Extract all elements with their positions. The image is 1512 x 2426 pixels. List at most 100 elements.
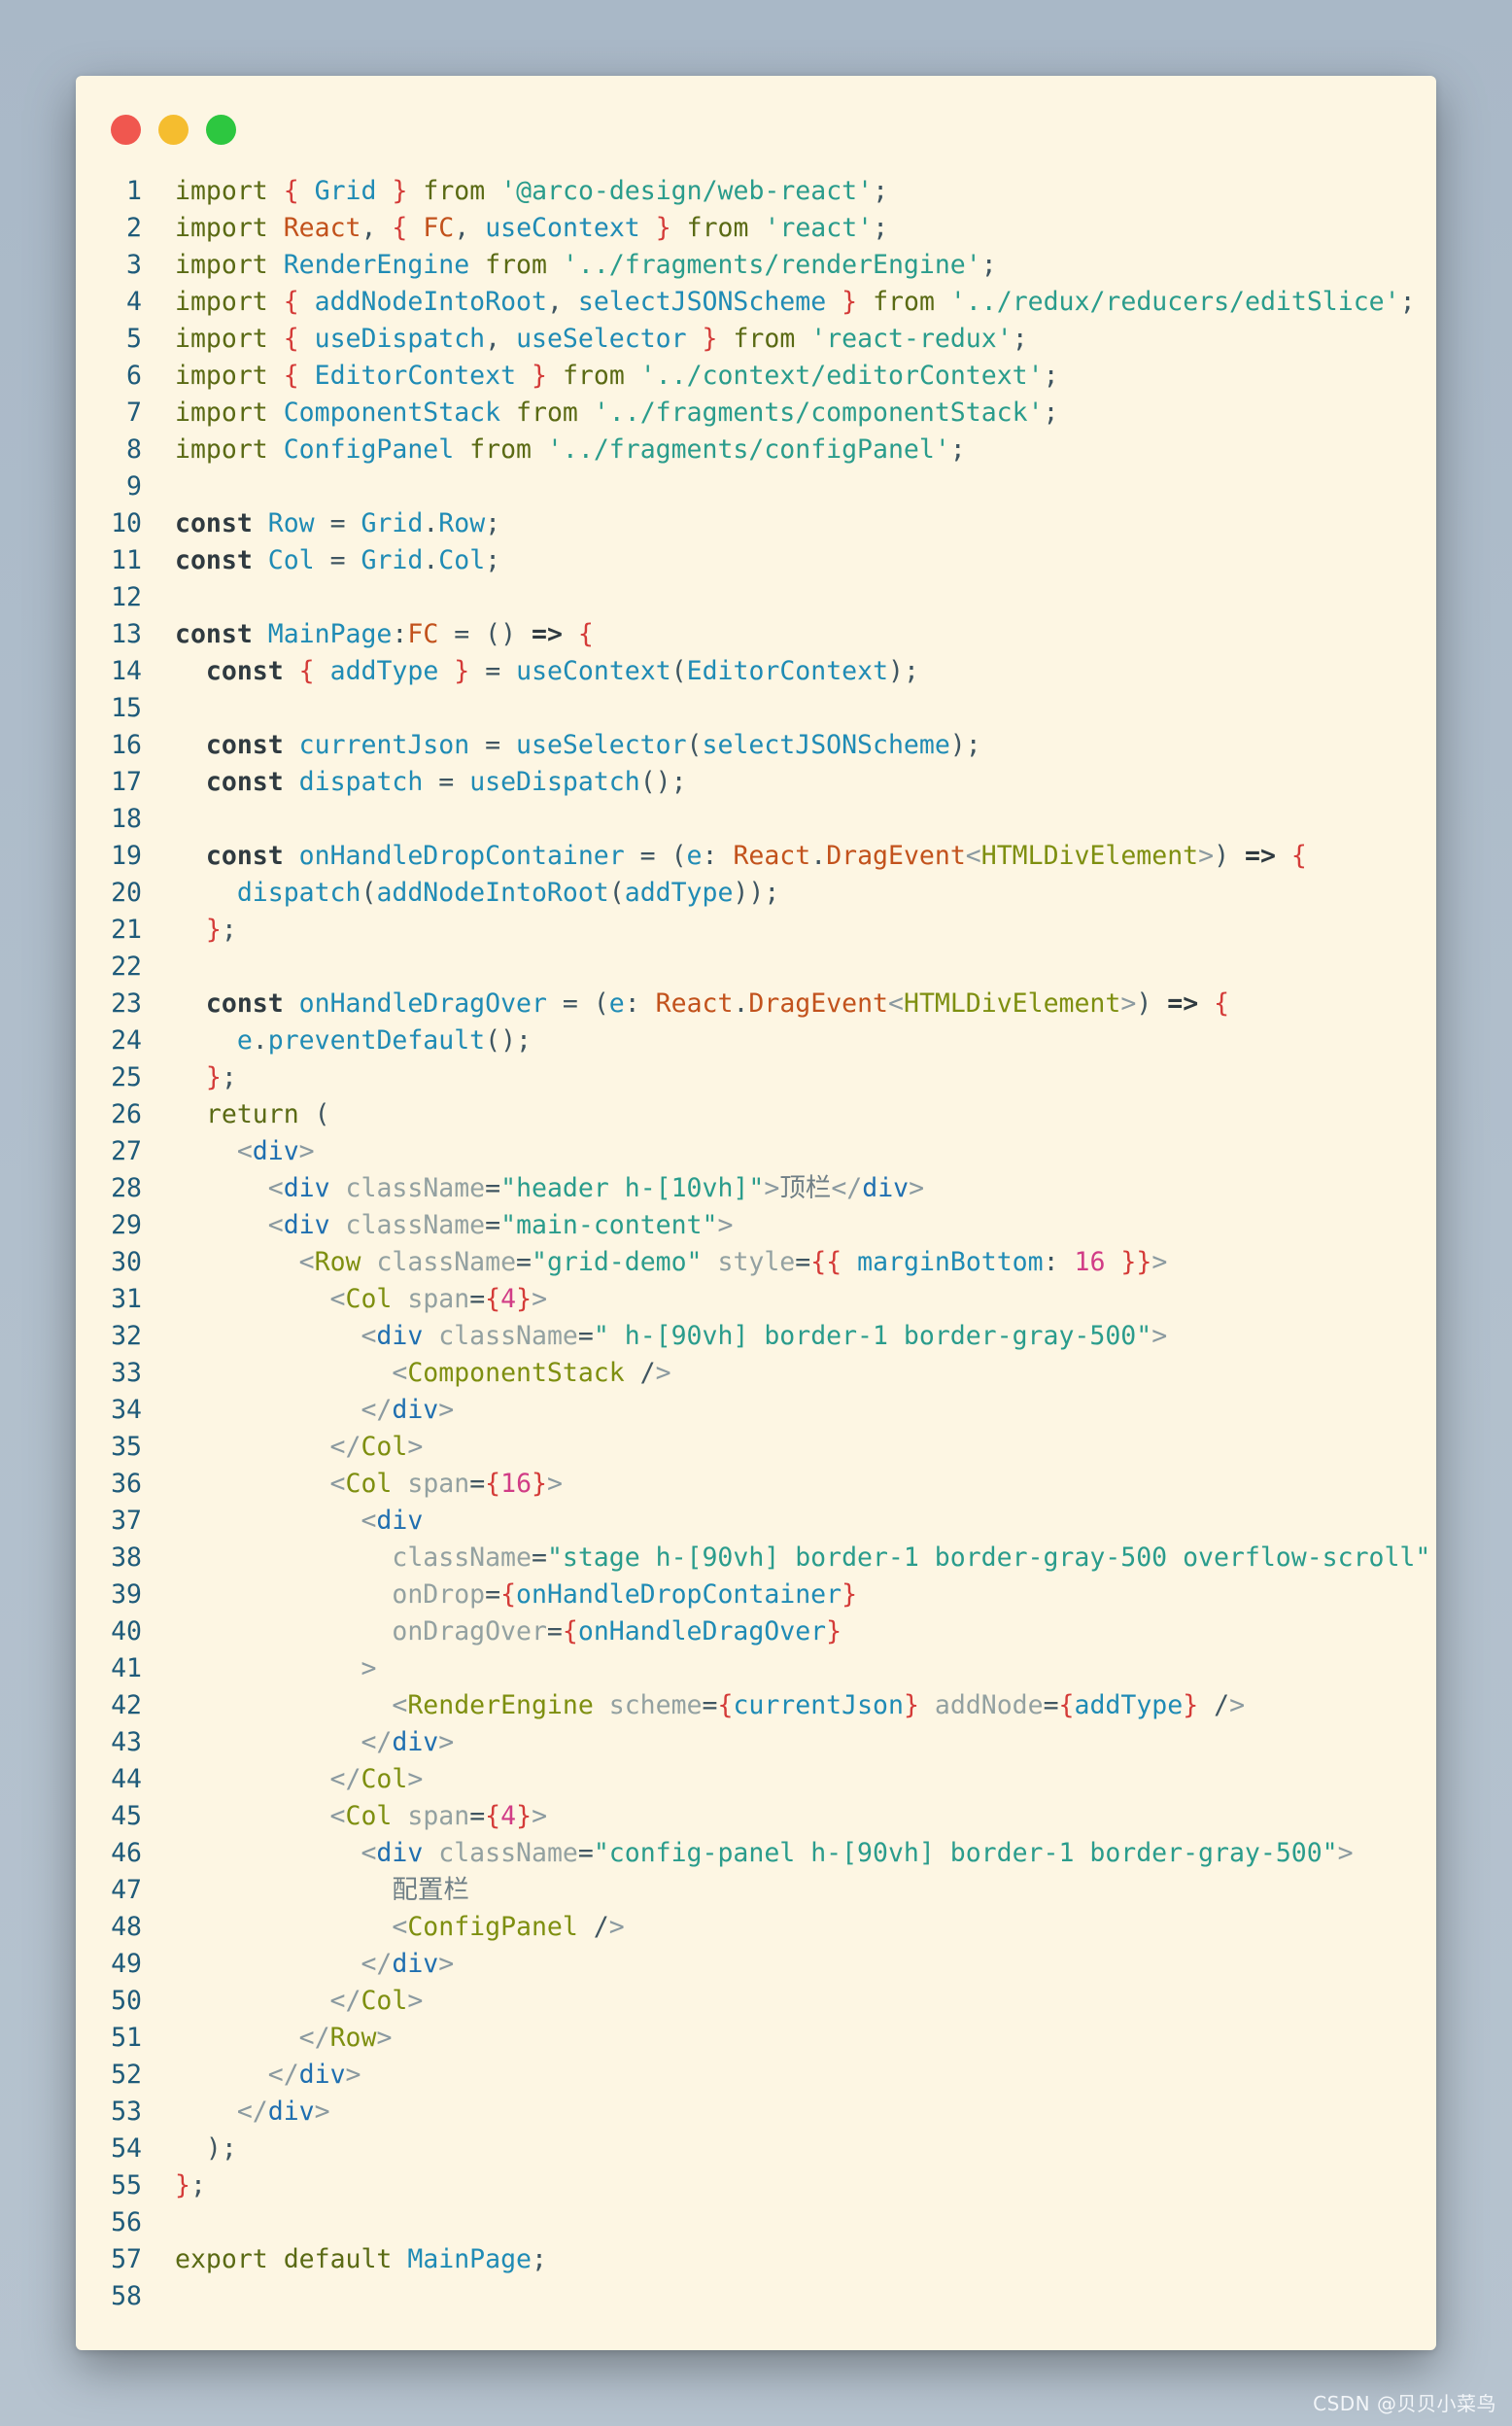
code-line: 53 </div>: [76, 2094, 1436, 2131]
code-line: 37 <div: [76, 1503, 1436, 1540]
code-line: 3 import RenderEngine from '../fragments/…: [76, 247, 1436, 284]
line-number: 34: [111, 1395, 142, 1425]
line-number: 56: [111, 2207, 142, 2237]
code-line: 26 return (: [76, 1096, 1436, 1133]
code-line: 16 const currentJson = useSelector(selec…: [76, 727, 1436, 764]
code-text: <div>: [236, 1136, 315, 1166]
code-line: 1 import { Grid } from '@arco-design/web-…: [76, 173, 1436, 210]
close-button[interactable]: [111, 115, 141, 145]
watermark: CSDN @贝贝小菜鸟: [1313, 2392, 1496, 2415]
code-text: import RenderEngine from '../fragments/r…: [175, 250, 997, 280]
code-text: const onHandleDragOver = (e: React.DragE…: [205, 988, 1230, 1019]
code-window: 1 import { Grid } from '@arco-design/web-…: [76, 76, 1436, 2350]
code-block: 1 import { Grid } from '@arco-design/web-…: [76, 173, 1436, 2315]
code-text: </div>: [361, 1727, 455, 1757]
maximize-button[interactable]: [206, 115, 236, 145]
line-number: 41: [111, 1653, 142, 1683]
code-text: </div>: [361, 1949, 455, 1979]
code-text: const MainPage:FC = () => {: [175, 619, 594, 649]
code-text: </div>: [236, 2097, 330, 2127]
code-text: );: [175, 2133, 237, 2164]
code-text: >: [361, 1653, 377, 1683]
line-number: 5: [126, 324, 142, 354]
line-number: 55: [111, 2170, 142, 2201]
code-line: 13 const MainPage:FC = () => {: [76, 616, 1436, 653]
code-line: 51 </Row>: [76, 2020, 1436, 2057]
line-number: 9: [126, 471, 142, 502]
code-text: const currentJson = useSelector(selectJS…: [205, 730, 981, 760]
line-number: 20: [111, 878, 142, 908]
line-number: 16: [111, 730, 142, 760]
code-line: 6 import { EditorContext } from '../conte…: [76, 358, 1436, 395]
code-text: e.preventDefault();: [236, 1025, 533, 1056]
code-line: 29 <div className="main-content">: [76, 1207, 1436, 1244]
code-text: <Row className="grid-demo" style={{ marg…: [298, 1247, 1168, 1277]
line-number: 47: [111, 1875, 142, 1905]
line-number: 48: [111, 1912, 142, 1942]
code-line: 2 import React, { FC, useContext } from '…: [76, 210, 1436, 247]
code-line: 42 <RenderEngine scheme={currentJson} ad…: [76, 1687, 1436, 1724]
code-line: 19 const onHandleDropContainer = (e: Rea…: [76, 838, 1436, 875]
code-line: 48 <ConfigPanel />: [76, 1909, 1436, 1946]
code-line: 57 export default MainPage;: [76, 2241, 1436, 2278]
code-line: 15: [76, 690, 1436, 727]
minimize-button[interactable]: [158, 115, 189, 145]
code-line: 30 <Row className="grid-demo" style={{ m…: [76, 1244, 1436, 1281]
line-number: 17: [111, 767, 142, 797]
code-line: 58: [76, 2278, 1436, 2315]
line-number: 40: [111, 1616, 142, 1646]
code-text: onDrop={onHandleDropContainer}: [392, 1579, 858, 1610]
code-text: };: [175, 2170, 206, 2201]
code-text: </Col>: [329, 1986, 424, 2016]
code-text: onDragOver={onHandleDragOver}: [392, 1616, 842, 1646]
line-number: 33: [111, 1358, 142, 1388]
line-number: 28: [111, 1173, 142, 1203]
code-text: </Row>: [298, 2023, 393, 2053]
code-line: 35 </Col>: [76, 1429, 1436, 1466]
code-line: 40 onDragOver={onHandleDragOver}: [76, 1613, 1436, 1650]
code-line: 31 <Col span={4}>: [76, 1281, 1436, 1318]
code-line: 46 <div className="config-panel h-[90vh]…: [76, 1835, 1436, 1872]
code-text: </div>: [361, 1395, 455, 1425]
code-line: 54 );: [76, 2131, 1436, 2167]
line-number: 12: [111, 582, 142, 612]
code-text: const { addType } = useContext(EditorCon…: [205, 656, 919, 686]
line-number: 45: [111, 1801, 142, 1831]
code-text: <RenderEngine scheme={currentJson} addNo…: [392, 1690, 1246, 1720]
code-line: 38 className="stage h-[90vh] border-1 bo…: [76, 1540, 1436, 1577]
code-text: <div: [361, 1506, 424, 1536]
code-text: return (: [205, 1099, 330, 1129]
code-line: 10 const Row = Grid.Row;: [76, 505, 1436, 542]
code-line: 52 </div>: [76, 2057, 1436, 2094]
code-text: className="stage h-[90vh] border-1 borde…: [392, 1542, 1431, 1573]
code-text: </div>: [267, 2060, 361, 2090]
line-number: 18: [111, 804, 142, 834]
line-number: 35: [111, 1432, 142, 1462]
line-number: 14: [111, 656, 142, 686]
line-number: 54: [111, 2133, 142, 2164]
code-line: 33 <ComponentStack />: [76, 1355, 1436, 1392]
line-number: 25: [111, 1062, 142, 1092]
code-text: <ComponentStack />: [392, 1358, 671, 1388]
code-text: <Col span={4}>: [329, 1801, 548, 1831]
line-number: 39: [111, 1579, 142, 1610]
code-text: <ConfigPanel />: [392, 1912, 625, 1942]
code-line: 14 const { addType } = useContext(Editor…: [76, 653, 1436, 690]
line-number: 42: [111, 1690, 142, 1720]
code-line: 43 </div>: [76, 1724, 1436, 1761]
code-line: 44 </Col>: [76, 1761, 1436, 1798]
line-number: 36: [111, 1469, 142, 1499]
code-text: const Col = Grid.Col;: [175, 545, 501, 575]
line-number: 13: [111, 619, 142, 649]
code-line: 56: [76, 2204, 1436, 2241]
code-line: 28 <div className="header h-[10vh]">顶栏</…: [76, 1170, 1436, 1207]
line-number: 38: [111, 1542, 142, 1573]
line-number: 57: [111, 2244, 142, 2274]
line-number: 7: [126, 398, 142, 428]
code-line: 39 onDrop={onHandleDropContainer}: [76, 1577, 1436, 1613]
line-number: 49: [111, 1949, 142, 1979]
code-text: import { EditorContext } from '../contex…: [175, 361, 1059, 391]
line-number: 19: [111, 841, 142, 871]
window-controls: [111, 115, 236, 146]
line-number: 50: [111, 1986, 142, 2016]
